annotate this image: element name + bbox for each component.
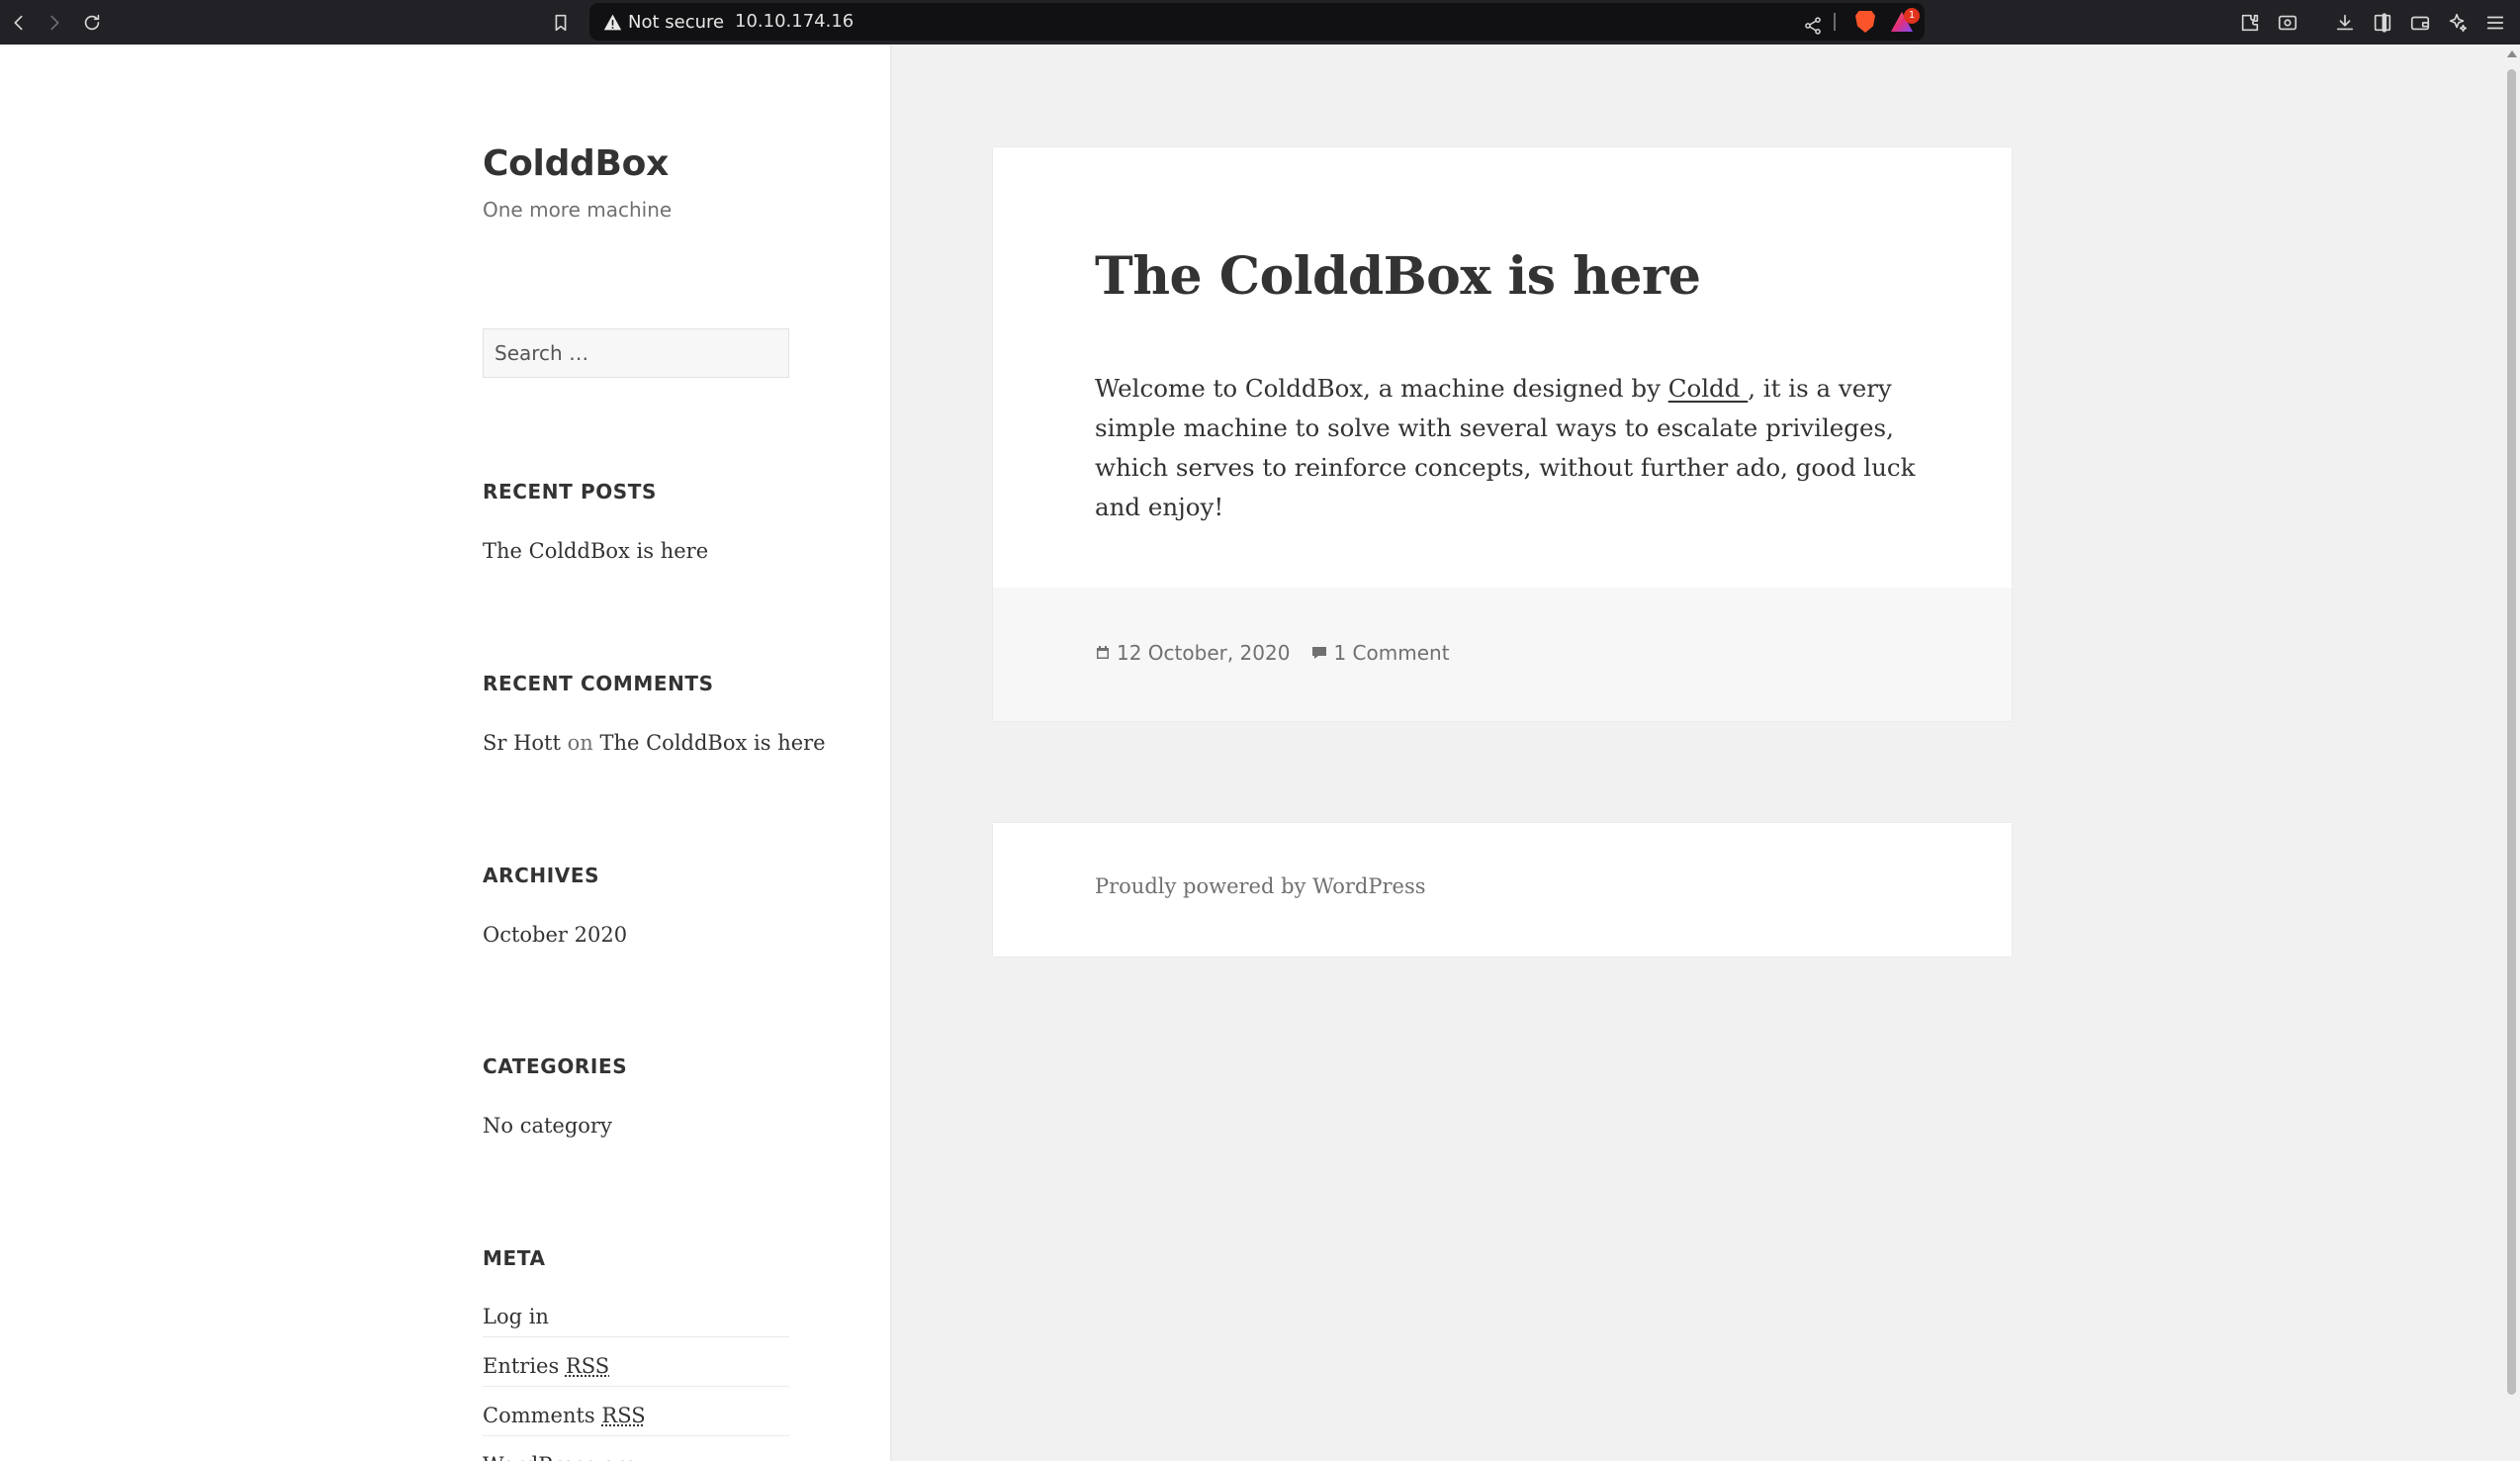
share-icon[interactable] bbox=[1794, 3, 1832, 47]
powered-by-link[interactable]: Proudly powered by WordPress bbox=[1095, 874, 1426, 898]
site-description: One more machine bbox=[483, 198, 672, 222]
calendar-icon bbox=[1095, 645, 1111, 661]
urlbar-divider bbox=[1834, 13, 1836, 31]
post-meta-footer: 12 October, 2020 1 Comment bbox=[993, 588, 2012, 721]
comment-on-text: on bbox=[568, 731, 593, 755]
comment-post-link[interactable]: The ColddBox is here bbox=[599, 731, 825, 755]
comments-label: Comments bbox=[483, 1404, 595, 1427]
scrollbar[interactable] bbox=[2504, 45, 2520, 1461]
download-icon[interactable] bbox=[2326, 0, 2364, 45]
post-date-link[interactable]: 12 October, 2020 bbox=[1117, 641, 1290, 665]
recent-post-link[interactable]: The ColddBox is here bbox=[483, 539, 708, 563]
category-link[interactable]: No category bbox=[483, 1114, 612, 1138]
leo-icon[interactable] bbox=[2439, 0, 2476, 45]
comment-author-link[interactable]: Sr Hott bbox=[483, 731, 561, 755]
site-footer: Proudly powered by WordPress bbox=[993, 823, 2012, 957]
site-title[interactable]: ColddBox bbox=[483, 143, 669, 184]
wallet-icon[interactable] bbox=[2401, 0, 2439, 45]
post-content: Welcome to ColddBox, a machine designed … bbox=[1095, 369, 1916, 527]
rss-abbr: RSS bbox=[566, 1354, 609, 1378]
address-bar[interactable]: Not secure 10.10.174.16 1 bbox=[589, 3, 1925, 41]
sidebar-icon[interactable] bbox=[2364, 0, 2401, 45]
scroll-up-arrow-icon[interactable] bbox=[2507, 50, 2517, 57]
screenshot-icon[interactable] bbox=[2269, 0, 2306, 45]
rewards-badge: 1 bbox=[1904, 8, 1920, 24]
rss-abbr: RSS bbox=[601, 1404, 645, 1427]
post-meta: 12 October, 2020 1 Comment bbox=[1095, 641, 1450, 665]
archives-heading: ARCHIVES bbox=[483, 864, 599, 887]
search-input[interactable]: Search … bbox=[483, 328, 789, 378]
bookmark-icon[interactable] bbox=[542, 0, 580, 45]
meta-login-link[interactable]: Log in bbox=[483, 1305, 789, 1337]
menu-icon[interactable] bbox=[2476, 0, 2514, 45]
post-article: The ColddBox is here Welcome to ColddBox… bbox=[993, 147, 2012, 721]
sidebar: ColddBox One more machine Search … RECEN… bbox=[0, 45, 890, 1461]
categories-heading: CATEGORIES bbox=[483, 1054, 627, 1078]
back-icon[interactable] bbox=[0, 0, 38, 45]
post-text-intro: Welcome to ColddBox, a machine designed … bbox=[1095, 374, 1668, 403]
archive-link[interactable]: October 2020 bbox=[483, 923, 627, 947]
author-link[interactable]: Coldd bbox=[1668, 374, 1749, 403]
meta-comments-rss-link[interactable]: Comments RSS bbox=[483, 1404, 789, 1436]
meta-wordpress-link[interactable]: WordPress.org bbox=[483, 1453, 789, 1461]
recent-posts-heading: RECENT POSTS bbox=[483, 480, 657, 503]
recent-comment-item: Sr Hott on The ColddBox is here bbox=[483, 731, 826, 755]
warning-icon bbox=[603, 13, 622, 32]
security-label: Not secure bbox=[628, 12, 724, 33]
meta-heading: META bbox=[483, 1246, 546, 1270]
url-text[interactable]: 10.10.174.16 bbox=[735, 3, 854, 41]
comment-icon bbox=[1311, 645, 1327, 661]
security-indicator[interactable]: Not secure bbox=[603, 3, 724, 41]
reload-icon[interactable] bbox=[73, 0, 111, 45]
post-title[interactable]: The ColddBox is here bbox=[1095, 246, 1700, 307]
forward-icon[interactable] bbox=[36, 0, 73, 45]
recent-comments-heading: RECENT COMMENTS bbox=[483, 672, 714, 695]
entries-label: Entries bbox=[483, 1354, 559, 1378]
meta-entries-rss-link[interactable]: Entries RSS bbox=[483, 1354, 789, 1387]
comments-link[interactable]: 1 Comment bbox=[1333, 641, 1449, 665]
extensions-icon[interactable] bbox=[2231, 0, 2269, 45]
scrollbar-thumb[interactable] bbox=[2507, 69, 2516, 1395]
brave-shields-icon[interactable] bbox=[1855, 11, 1875, 33]
browser-toolbar: Not secure 10.10.174.16 1 bbox=[0, 0, 2520, 45]
page: ColddBox One more machine Search … RECEN… bbox=[0, 45, 2520, 1461]
